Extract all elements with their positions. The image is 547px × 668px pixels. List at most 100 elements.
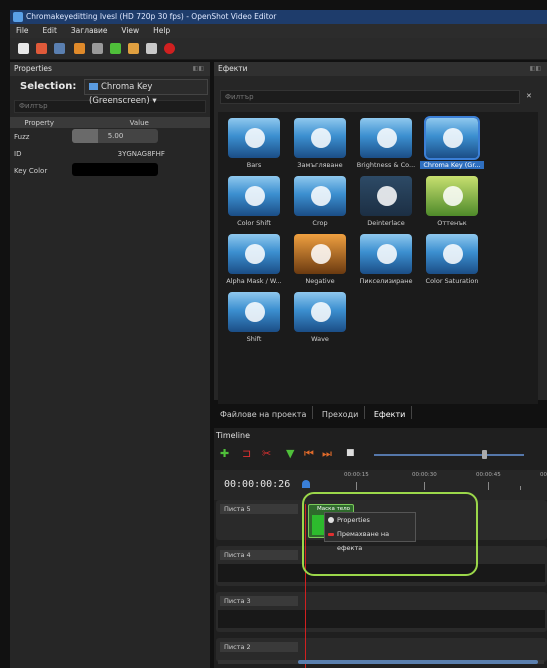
window-title: Chromakeyeditting Ivesl (HD 720p 30 fps)…	[26, 12, 277, 21]
track-body[interactable]	[218, 610, 545, 628]
effect-item[interactable]: Wave	[288, 292, 352, 352]
effect-item[interactable]: Оттенък	[420, 176, 484, 236]
fuzz-value-slider[interactable]: 5.00	[72, 128, 159, 143]
ruler-label: 00:00:15	[344, 472, 369, 478]
menu-edit[interactable]: Edit	[36, 24, 62, 35]
save-project-icon[interactable]	[54, 43, 65, 54]
razor-icon[interactable]: ✂	[262, 448, 271, 459]
ruler-label: 00:00:45	[476, 472, 501, 478]
effect-label: Negative	[305, 277, 335, 285]
menu-title[interactable]: Заглавие	[65, 24, 113, 35]
effect-item[interactable]: Deinterlace	[354, 176, 418, 236]
undo-icon[interactable]	[74, 43, 85, 54]
effect-item[interactable]: Замъгляване	[288, 118, 352, 178]
ruler-tick	[424, 482, 425, 490]
effect-thumbnail	[228, 176, 280, 216]
menu-bar: File Edit Заглавие View Help	[10, 24, 547, 38]
menu-help[interactable]: Help	[147, 24, 175, 35]
effect-label: Color Saturation	[425, 277, 479, 285]
annotation-highlight	[302, 492, 478, 576]
effect-item[interactable]: Пикселизиране	[354, 234, 418, 294]
dock-pin-icon[interactable]: ◧◧	[530, 62, 541, 76]
effect-thumbnail	[360, 176, 412, 216]
tab-effects[interactable]: Ефекти	[368, 406, 413, 419]
choose-profile-icon[interactable]	[128, 43, 139, 54]
next-marker-icon[interactable]: ⏭	[322, 448, 332, 459]
effect-thumbnail	[426, 176, 478, 216]
effect-label: Deinterlace	[367, 219, 405, 227]
timeline-toolbar: ✚ ⊐ ✂ ▼ ⏮ ⏭ ■	[214, 444, 547, 464]
ruler-tick	[356, 482, 357, 490]
track-label: Писта 5	[220, 504, 298, 514]
properties-table: Property Value Fuzz 5.00 ID 3YGNAG8FHF K…	[10, 117, 210, 179]
effect-label: Alpha Mask / W...	[226, 277, 282, 285]
new-project-icon[interactable]	[18, 43, 29, 54]
track-2[interactable]: Писта 2	[216, 638, 547, 662]
add-marker-icon[interactable]: ▼	[286, 448, 294, 459]
effect-item[interactable]: Brightness & Co...	[354, 118, 418, 178]
key-color-swatch[interactable]	[72, 163, 159, 176]
table-row[interactable]: ID 3YGNAG8FHF	[10, 145, 210, 162]
bottom-tabs: Файловe на проекта Преходи Ефекти	[214, 406, 547, 424]
add-track-icon[interactable]: ✚	[220, 448, 229, 459]
scrollbar-thumb[interactable]	[298, 660, 538, 664]
effect-label: Crop	[312, 219, 328, 227]
effects-panel: Ефекти ◧◧ Филтър ✕ Bars Замъгляване Bright…	[214, 62, 547, 404]
effect-label: Color Shift	[237, 219, 271, 227]
properties-panel: Properties ◧◧ Selection: Chroma Key (Gre…	[10, 62, 210, 668]
effect-label: Brightness & Co...	[356, 161, 416, 169]
timeline-scrollbar[interactable]	[218, 660, 544, 664]
ruler-label: 00:00:30	[412, 472, 437, 478]
selection-row: Selection: Chroma Key (Greenscreen) ▾	[10, 76, 210, 106]
table-row[interactable]: Key Color	[10, 162, 210, 179]
timeline-title: Timeline	[216, 431, 251, 440]
fullscreen-icon[interactable]	[146, 43, 157, 54]
effect-item[interactable]: Color Saturation	[420, 234, 484, 294]
effect-thumbnail	[294, 176, 346, 216]
zoom-slider-track[interactable]	[374, 454, 524, 456]
effect-label: Chroma Key (Gr...	[420, 161, 484, 169]
redo-icon[interactable]	[92, 43, 103, 54]
track-label: Писта 2	[220, 642, 298, 652]
col-property: Property	[10, 117, 69, 128]
effect-thumbnail	[228, 118, 280, 158]
table-row[interactable]: Fuzz 5.00	[10, 128, 210, 145]
openshot-app-icon	[13, 12, 23, 22]
effect-label: Оттенък	[437, 219, 467, 227]
effect-item[interactable]: Color Shift	[222, 176, 286, 236]
playhead-handle[interactable]	[302, 480, 310, 488]
selection-dropdown[interactable]: Chroma Key (Greenscreen) ▾	[84, 79, 208, 106]
menu-file[interactable]: File	[10, 24, 34, 35]
zoom-slider-handle[interactable]	[482, 450, 487, 459]
effect-thumbnail	[228, 234, 280, 274]
effect-item[interactable]: Bars	[222, 118, 286, 178]
effect-label: Замъгляване	[297, 161, 343, 169]
menu-view[interactable]: View	[115, 24, 144, 35]
open-project-icon[interactable]	[36, 43, 47, 54]
selection-label: Selection:	[20, 81, 77, 92]
track-3[interactable]: Писта 3	[216, 592, 547, 632]
effect-item[interactable]: Negative	[288, 234, 352, 294]
properties-header: Properties ◧◧	[10, 62, 210, 76]
ruler-tick	[520, 486, 521, 490]
import-files-icon[interactable]	[110, 43, 121, 54]
effect-item[interactable]: Alpha Mask / W...	[222, 234, 286, 294]
export-video-icon[interactable]	[164, 43, 175, 54]
effects-header: Ефекти ◧◧	[214, 62, 547, 76]
dock-pin-icon[interactable]: ◧◧	[193, 62, 204, 76]
effects-filter-input[interactable]: Филтър	[220, 90, 520, 104]
effect-label: Wave	[311, 335, 329, 343]
snap-icon[interactable]: ⊐	[242, 448, 251, 459]
tab-project-files[interactable]: Файловe на проекта	[214, 406, 314, 419]
effect-item[interactable]: Chroma Key (Gr...	[420, 116, 484, 178]
effects-grid: Bars Замъгляване Brightness & Co... Chroma …	[218, 112, 538, 404]
effect-thumbnail	[360, 118, 412, 158]
center-timeline-icon[interactable]: ■	[346, 448, 355, 459]
previous-marker-icon[interactable]: ⏮	[304, 448, 314, 459]
tab-transitions[interactable]: Преходи	[316, 406, 366, 419]
effect-item[interactable]: Crop	[288, 176, 352, 236]
ruler-label: 00	[540, 472, 547, 478]
timeline-panel: Timeline ✚ ⊐ ✂ ▼ ⏮ ⏭ ■ 00:00:00:26 00:00…	[214, 428, 547, 668]
clear-filter-icon[interactable]: ✕	[526, 92, 532, 100]
effect-item[interactable]: Shift	[222, 292, 286, 352]
